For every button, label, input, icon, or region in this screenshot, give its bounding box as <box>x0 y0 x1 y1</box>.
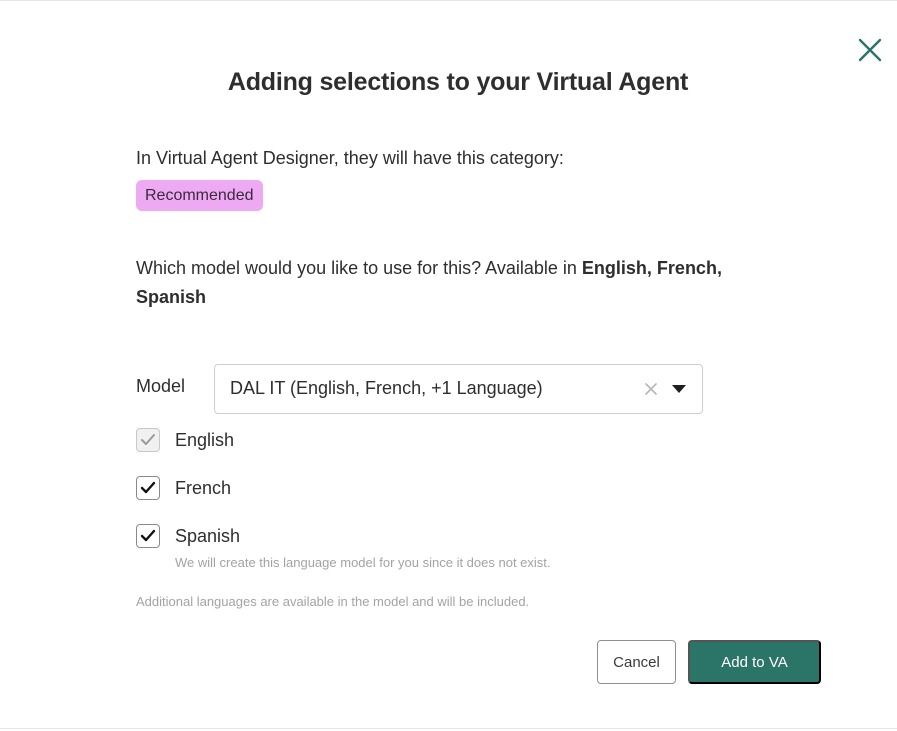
model-question: Which model would you like to use for th… <box>136 254 776 312</box>
language-label-french: French <box>175 477 232 498</box>
cancel-button[interactable]: Cancel <box>597 640 676 684</box>
dialog-title: Adding selections to your Virtual Agent <box>227 68 689 96</box>
question-text: Which model would you like to use for th… <box>136 258 577 278</box>
close-button[interactable] <box>853 33 887 67</box>
spanish-hint: We will create this language model for y… <box>175 555 551 570</box>
language-label-spanish: Spanish <box>175 525 241 546</box>
add-to-va-button[interactable]: Add to VA <box>688 640 821 684</box>
checkbox-english[interactable] <box>136 428 160 452</box>
checkmark-icon <box>140 481 156 494</box>
top-divider <box>0 0 897 1</box>
model-label: Model <box>136 376 186 396</box>
model-select-value: DAL IT (English, French, +1 Language) <box>230 378 543 398</box>
checkbox-french[interactable] <box>136 476 160 500</box>
category-description: In Virtual Agent Designer, they will hav… <box>136 148 564 168</box>
checkmark-icon <box>141 434 155 445</box>
additional-languages-note: Additional languages are available in th… <box>136 594 530 609</box>
caret-down-icon[interactable] <box>670 382 688 396</box>
bottom-divider <box>0 728 897 729</box>
checkmark-icon <box>140 529 156 542</box>
language-label-english: English <box>175 429 235 450</box>
checkbox-spanish[interactable] <box>136 524 160 548</box>
language-option-french[interactable]: French <box>136 476 231 500</box>
model-select[interactable]: DAL IT (English, French, +1 Language) <box>214 364 703 414</box>
clear-icon[interactable] <box>643 379 659 399</box>
add-selections-dialog: Adding selections to your Virtual Agent … <box>0 0 897 731</box>
category-badge: Recommended <box>136 180 263 211</box>
close-icon <box>858 38 882 62</box>
language-option-english[interactable]: English <box>136 428 234 452</box>
language-option-spanish[interactable]: Spanish <box>136 524 240 548</box>
